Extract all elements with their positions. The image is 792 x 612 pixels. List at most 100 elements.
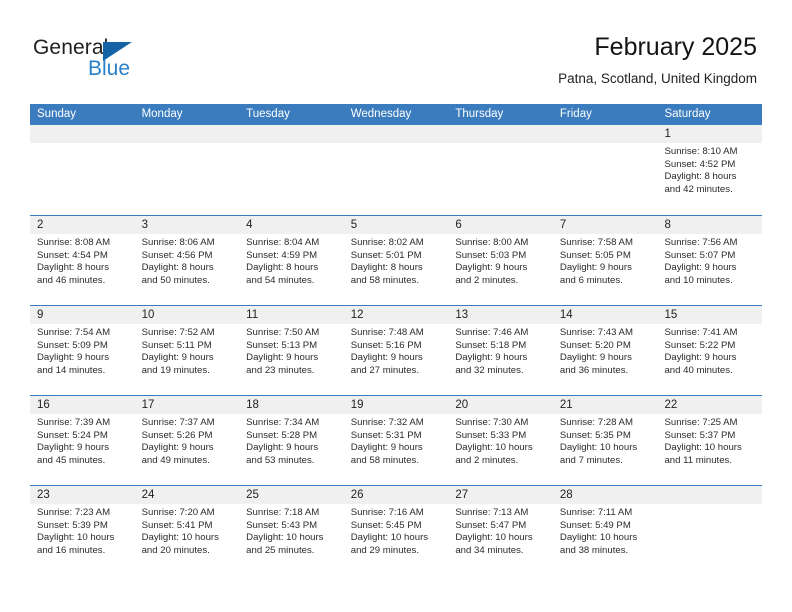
daylight-text-line1: Daylight: 8 hours (37, 262, 109, 274)
day-cell[interactable]: 17 Sunrise: 7:37 AM Sunset: 5:26 PM Dayl… (134, 396, 240, 485)
day-number: 4 (239, 216, 344, 234)
day-cell[interactable]: 9 Sunrise: 7:54 AM Sunset: 5:09 PM Dayli… (30, 306, 135, 395)
daylight-text-line2: and 46 minutes. (37, 274, 106, 286)
day-cell[interactable] (343, 125, 449, 215)
day-info: Sunrise: 7:32 AM Sunset: 5:31 PM Dayligh… (344, 414, 449, 467)
day-info: Sunrise: 7:56 AM Sunset: 5:07 PM Dayligh… (657, 234, 762, 287)
day-cell[interactable]: 3 Sunrise: 8:06 AM Sunset: 4:56 PM Dayli… (134, 216, 240, 305)
day-info: Sunrise: 7:23 AM Sunset: 5:39 PM Dayligh… (30, 504, 135, 557)
day-cell[interactable]: 19 Sunrise: 7:32 AM Sunset: 5:31 PM Dayl… (343, 396, 449, 485)
day-info: Sunrise: 7:30 AM Sunset: 5:33 PM Dayligh… (448, 414, 553, 467)
sunrise-text: Sunrise: 7:43 AM (559, 327, 633, 338)
day-cell[interactable]: 22 Sunrise: 7:25 AM Sunset: 5:37 PM Dayl… (657, 396, 763, 485)
day-cell[interactable]: 28 Sunrise: 7:11 AM Sunset: 5:49 PM Dayl… (552, 486, 658, 575)
day-number: 1 (657, 125, 763, 143)
sunrise-text: Sunrise: 7:28 AM (559, 417, 633, 428)
sunset-text: Sunset: 5:11 PM (141, 339, 212, 351)
sunset-text: Sunset: 5:47 PM (455, 519, 527, 531)
daylight-text-line2: and 50 minutes. (141, 274, 210, 286)
day-cell[interactable]: 6 Sunrise: 8:00 AM Sunset: 5:03 PM Dayli… (448, 216, 553, 305)
daylight-text-line2: and 20 minutes. (141, 544, 210, 556)
day-cell[interactable] (239, 125, 344, 215)
day-cell[interactable] (552, 125, 658, 215)
daylight-text-line2: and 36 minutes. (559, 364, 629, 376)
day-cell[interactable]: 7 Sunrise: 7:58 AM Sunset: 5:05 PM Dayli… (552, 216, 658, 305)
daylight-text-line2: and 19 minutes. (141, 364, 210, 376)
daylight-text-line2: and 49 minutes. (141, 454, 210, 466)
day-cell[interactable]: 27 Sunrise: 7:13 AM Sunset: 5:47 PM Dayl… (448, 486, 553, 575)
sunrise-text: Sunrise: 7:16 AM (350, 507, 424, 518)
day-cell[interactable] (134, 125, 240, 215)
day-cell[interactable]: 25 Sunrise: 7:18 AM Sunset: 5:43 PM Dayl… (239, 486, 344, 575)
daylight-text-line1: Daylight: 8 hours (664, 171, 737, 183)
day-cell[interactable]: 10 Sunrise: 7:52 AM Sunset: 5:11 PM Dayl… (134, 306, 240, 395)
day-info (553, 143, 658, 146)
weekday-header-thursday: Thursday (455, 108, 504, 120)
day-info: Sunrise: 7:54 AM Sunset: 5:09 PM Dayligh… (30, 324, 135, 377)
day-cell[interactable] (448, 125, 553, 215)
daylight-text-line2: and 53 minutes. (246, 454, 315, 466)
daylight-text-line2: and 11 minutes. (664, 454, 733, 466)
day-cell[interactable]: 4 Sunrise: 8:04 AM Sunset: 4:59 PM Dayli… (239, 216, 344, 305)
sunset-text: Sunset: 4:59 PM (246, 249, 318, 261)
day-info: Sunrise: 7:20 AM Sunset: 5:41 PM Dayligh… (135, 504, 240, 557)
day-cell[interactable]: 1 Sunrise: 8:10 AM Sunset: 4:52 PM Dayli… (657, 125, 763, 215)
daylight-text-line1: Daylight: 9 hours (664, 352, 737, 364)
weekday-header-friday: Friday (559, 108, 592, 120)
sunrise-text: Sunrise: 7:58 AM (559, 237, 633, 248)
sunset-text: Sunset: 5:13 PM (246, 339, 318, 351)
day-info: Sunrise: 7:16 AM Sunset: 5:45 PM Dayligh… (344, 504, 449, 557)
weekday-header-wednesday: Wednesday (350, 108, 412, 120)
daylight-text-line2: and 2 minutes. (455, 454, 519, 466)
day-info: Sunrise: 7:11 AM Sunset: 5:49 PM Dayligh… (553, 504, 658, 557)
daylight-text-line1: Daylight: 9 hours (141, 352, 214, 364)
sunset-text: Sunset: 5:39 PM (37, 519, 108, 531)
daylight-text-line1: Daylight: 10 hours (455, 532, 533, 544)
day-cell[interactable]: 23 Sunrise: 7:23 AM Sunset: 5:39 PM Dayl… (30, 486, 135, 575)
day-cell[interactable] (657, 486, 763, 575)
day-info: Sunrise: 7:50 AM Sunset: 5:13 PM Dayligh… (239, 324, 344, 377)
day-info: Sunrise: 7:28 AM Sunset: 5:35 PM Dayligh… (553, 414, 658, 467)
day-cell[interactable]: 24 Sunrise: 7:20 AM Sunset: 5:41 PM Dayl… (134, 486, 240, 575)
week-row: 9 Sunrise: 7:54 AM Sunset: 5:09 PM Dayli… (30, 305, 763, 395)
day-cell[interactable]: 8 Sunrise: 7:56 AM Sunset: 5:07 PM Dayli… (657, 216, 763, 305)
sunset-text: Sunset: 5:22 PM (664, 339, 736, 351)
day-number: 22 (657, 396, 763, 414)
day-cell[interactable]: 11 Sunrise: 7:50 AM Sunset: 5:13 PM Dayl… (239, 306, 344, 395)
daylight-text-line1: Daylight: 9 hours (246, 442, 319, 454)
day-cell[interactable]: 16 Sunrise: 7:39 AM Sunset: 5:24 PM Dayl… (30, 396, 135, 485)
sunset-text: Sunset: 5:18 PM (455, 339, 527, 351)
day-cell[interactable]: 20 Sunrise: 7:30 AM Sunset: 5:33 PM Dayl… (448, 396, 553, 485)
daylight-text-line1: Daylight: 10 hours (350, 532, 429, 544)
day-info: Sunrise: 7:34 AM Sunset: 5:28 PM Dayligh… (239, 414, 344, 467)
sunrise-text: Sunrise: 7:48 AM (350, 327, 424, 338)
daylight-text-line2: and 7 minutes. (559, 454, 623, 466)
day-info: Sunrise: 7:48 AM Sunset: 5:16 PM Dayligh… (344, 324, 449, 377)
day-cell[interactable]: 14 Sunrise: 7:43 AM Sunset: 5:20 PM Dayl… (552, 306, 658, 395)
day-number: 2 (30, 216, 135, 234)
daylight-text-line2: and 38 minutes. (559, 544, 629, 556)
daylight-text-line1: Daylight: 9 hours (246, 352, 319, 364)
day-cell[interactable] (30, 125, 135, 215)
sunrise-text: Sunrise: 7:32 AM (350, 417, 424, 428)
day-cell[interactable]: 2 Sunrise: 8:08 AM Sunset: 4:54 PM Dayli… (30, 216, 135, 305)
day-cell[interactable]: 26 Sunrise: 7:16 AM Sunset: 5:45 PM Dayl… (343, 486, 449, 575)
day-info: Sunrise: 7:18 AM Sunset: 5:43 PM Dayligh… (239, 504, 344, 557)
daylight-text-line1: Daylight: 9 hours (455, 262, 528, 274)
calendar-grid: Sunday Monday Tuesday Wednesday Thursday… (30, 104, 763, 575)
day-number: 11 (239, 306, 344, 324)
day-cell[interactable]: 5 Sunrise: 8:02 AM Sunset: 5:01 PM Dayli… (343, 216, 449, 305)
day-number: 15 (657, 306, 763, 324)
general-blue-logo[interactable]: General Blue (33, 36, 233, 84)
sunrise-text: Sunrise: 7:13 AM (455, 507, 529, 518)
day-cell[interactable]: 15 Sunrise: 7:41 AM Sunset: 5:22 PM Dayl… (657, 306, 763, 395)
day-cell[interactable]: 13 Sunrise: 7:46 AM Sunset: 5:18 PM Dayl… (448, 306, 553, 395)
daylight-text-line2: and 23 minutes. (246, 364, 315, 376)
day-cell[interactable]: 21 Sunrise: 7:28 AM Sunset: 5:35 PM Dayl… (552, 396, 658, 485)
day-cell[interactable]: 12 Sunrise: 7:48 AM Sunset: 5:16 PM Dayl… (343, 306, 449, 395)
day-number: 23 (30, 486, 135, 504)
day-number: 6 (448, 216, 553, 234)
daylight-text-line1: Daylight: 9 hours (37, 352, 109, 364)
day-cell[interactable]: 18 Sunrise: 7:34 AM Sunset: 5:28 PM Dayl… (239, 396, 344, 485)
daylight-text-line1: Daylight: 10 hours (141, 532, 219, 544)
